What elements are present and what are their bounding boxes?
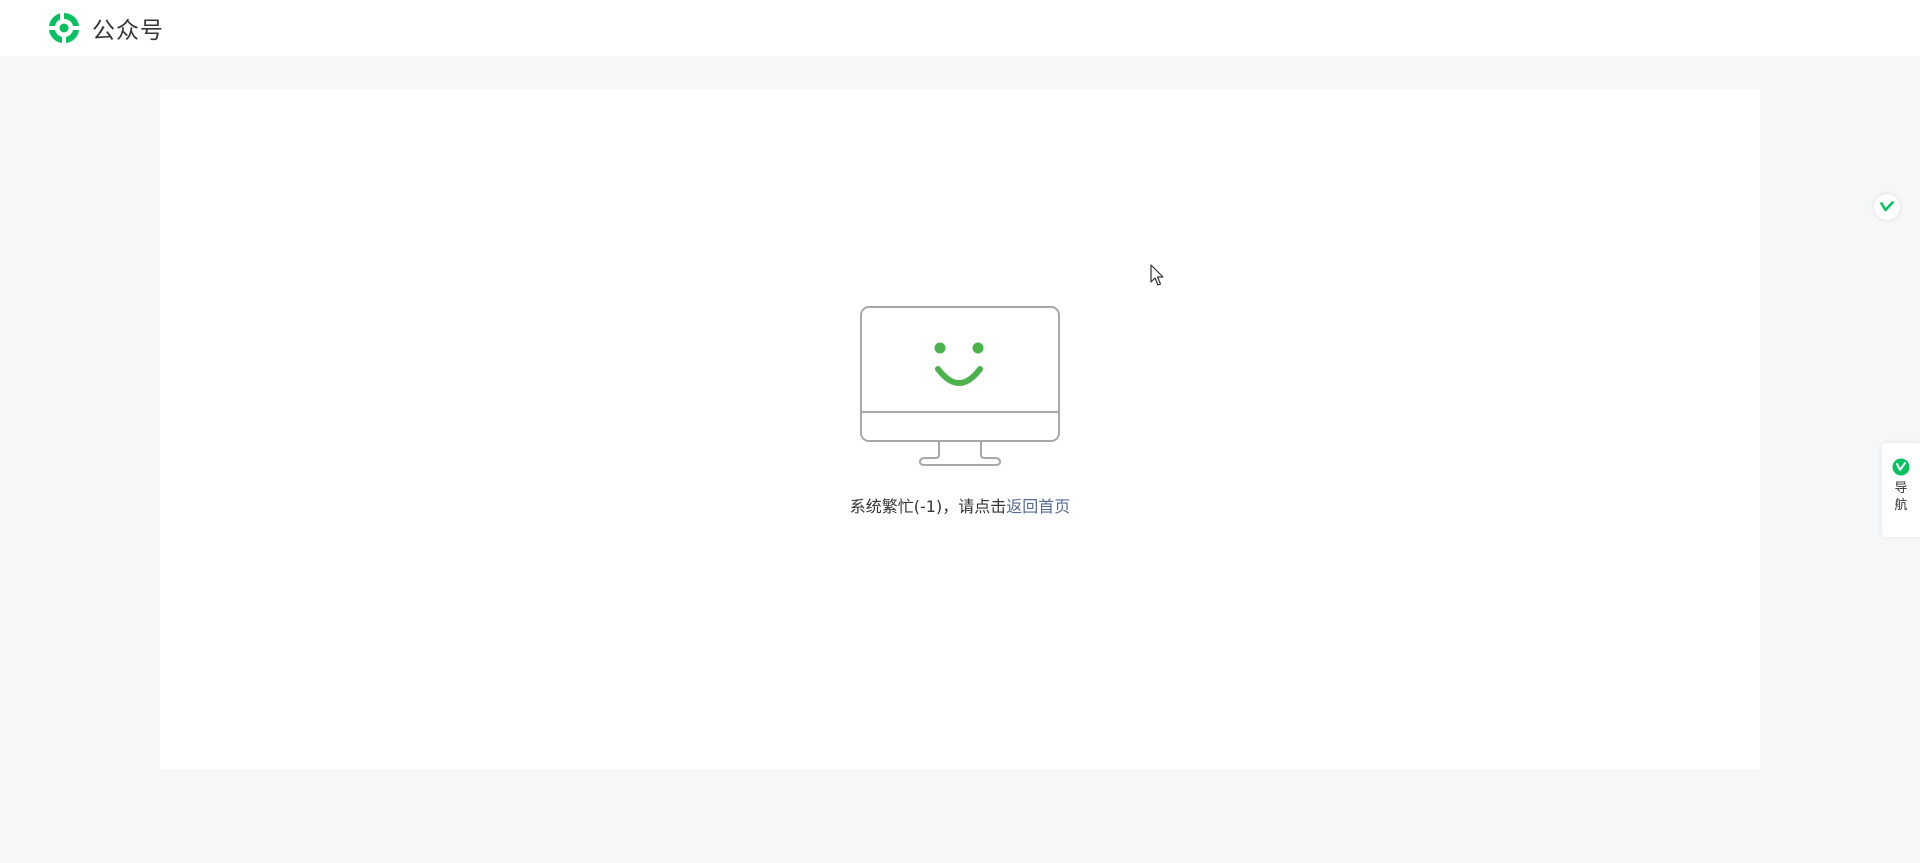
floating-check-button[interactable] <box>1874 194 1900 220</box>
wechat-official-account-logo-icon <box>49 12 79 43</box>
green-check-icon <box>1892 458 1910 476</box>
brand-name: 公众号 <box>92 18 164 44</box>
navigation-label: 导航 <box>1894 481 1908 513</box>
green-check-icon <box>1880 201 1894 212</box>
navigation-tab[interactable]: 导航 <box>1882 443 1920 537</box>
error-text: 系统繁忙(-1)，请点击 <box>849 497 1007 516</box>
brand-link[interactable]: 公众号 <box>46 10 164 46</box>
mouse-cursor-icon <box>1150 264 1164 286</box>
home-link[interactable]: 返回首页 <box>1006 497 1070 516</box>
error-message: 系统繁忙(-1)，请点击返回首页 <box>160 493 1760 517</box>
smiling-monitor-icon <box>860 306 1060 466</box>
error-card: 系统繁忙(-1)，请点击返回首页 <box>160 89 1760 769</box>
top-bar: 公众号 <box>0 0 1920 56</box>
